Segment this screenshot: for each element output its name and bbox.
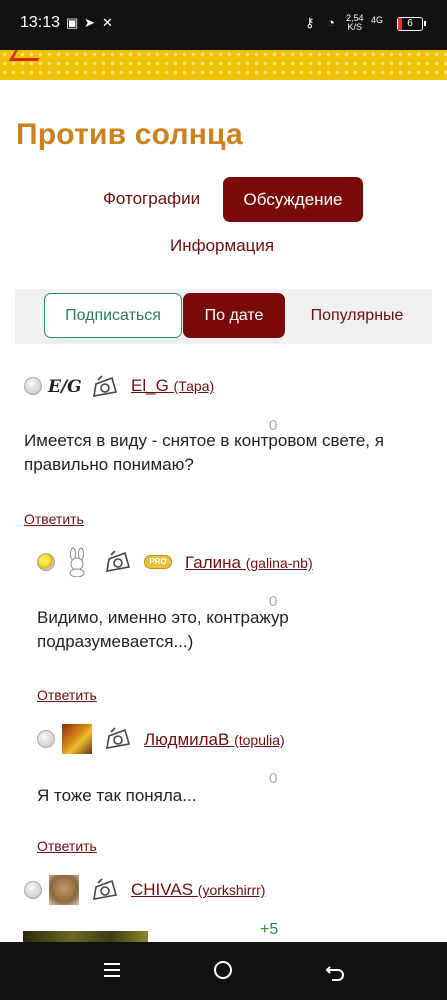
user-login: (galina-nb)	[245, 555, 313, 571]
user-login: (yorkshirrr)	[197, 882, 266, 898]
user-avatar	[62, 724, 92, 754]
clock: 13:13	[20, 14, 61, 31]
banner-logo-fragment	[8, 50, 45, 61]
comment-text: Видимо, именно это, контражур подразумев…	[37, 608, 289, 651]
user-name: CHIVAS	[131, 880, 194, 899]
menu-icon[interactable]	[101, 959, 123, 981]
camera-icon	[106, 727, 131, 749]
do-not-disturb-icon: ◔	[327, 15, 335, 30]
sort-by-date-button[interactable]: По дате	[183, 293, 285, 338]
user-login: (topulia)	[234, 732, 285, 748]
network-speed: 2,54 K/S	[346, 14, 364, 32]
back-icon[interactable]	[324, 959, 346, 981]
rabbit-avatar	[69, 547, 85, 577]
system-nav-bar	[0, 942, 447, 1000]
camera-icon	[93, 878, 118, 900]
telegram-icon: ➤	[84, 15, 95, 30]
comment-radio[interactable]	[24, 377, 42, 395]
subscribe-button[interactable]: Подписаться	[44, 293, 182, 338]
user-link[interactable]: Галина (galina-nb)	[185, 553, 313, 573]
sort-popular-button[interactable]: Популярные	[296, 293, 418, 338]
comment-radio[interactable]	[24, 881, 42, 899]
user-link[interactable]: ЛюдмилаВ (topulia)	[144, 730, 285, 750]
comment-radio[interactable]	[37, 730, 55, 748]
comment-score: +5	[260, 921, 279, 938]
page-title: Против солнца	[16, 118, 243, 151]
tab-discussion[interactable]: Обсуждение	[223, 177, 363, 222]
user-avatar: E/G	[48, 377, 82, 397]
battery-level: 6	[407, 18, 413, 29]
speed-unit: K/S	[347, 22, 363, 32]
comment-text: Имеется в виду - снятое в контровом свет…	[24, 431, 384, 474]
user-avatar	[49, 875, 79, 905]
comment-text: Я тоже так поняла...	[37, 786, 197, 805]
user-name: Галина	[185, 553, 241, 572]
comment-radio[interactable]	[37, 553, 55, 571]
user-link[interactable]: El_G (Тара)	[131, 376, 214, 396]
home-icon[interactable]	[212, 959, 234, 981]
reply-link[interactable]: Ответить	[24, 511, 84, 527]
camera-icon	[93, 375, 118, 397]
status-bar: 13:13 ▣ ➤ ✕ ⚷ ◔ 2,54 K/S 4G 6	[0, 0, 447, 50]
mute-icon: ✕	[102, 15, 113, 30]
user-link[interactable]: CHIVAS (yorkshirrr)	[131, 880, 265, 900]
tab-photos[interactable]: Фотографии	[103, 189, 200, 209]
user-name: El_G	[131, 376, 169, 395]
user-login: (Тара)	[173, 378, 215, 394]
site-banner	[0, 50, 447, 80]
user-name: ЛюдмилаВ	[144, 730, 230, 749]
tab-info[interactable]: Информация	[170, 236, 274, 256]
camera-icon	[106, 550, 131, 572]
reply-link[interactable]: Ответить	[37, 687, 97, 703]
battery-icon: 6	[397, 17, 426, 31]
reply-link[interactable]: Ответить	[37, 838, 97, 854]
pro-badge: PRO	[144, 555, 172, 569]
key-icon: ⚷	[305, 15, 315, 30]
network-type: 4G	[371, 15, 384, 25]
sim-icon: ▣	[66, 15, 79, 30]
